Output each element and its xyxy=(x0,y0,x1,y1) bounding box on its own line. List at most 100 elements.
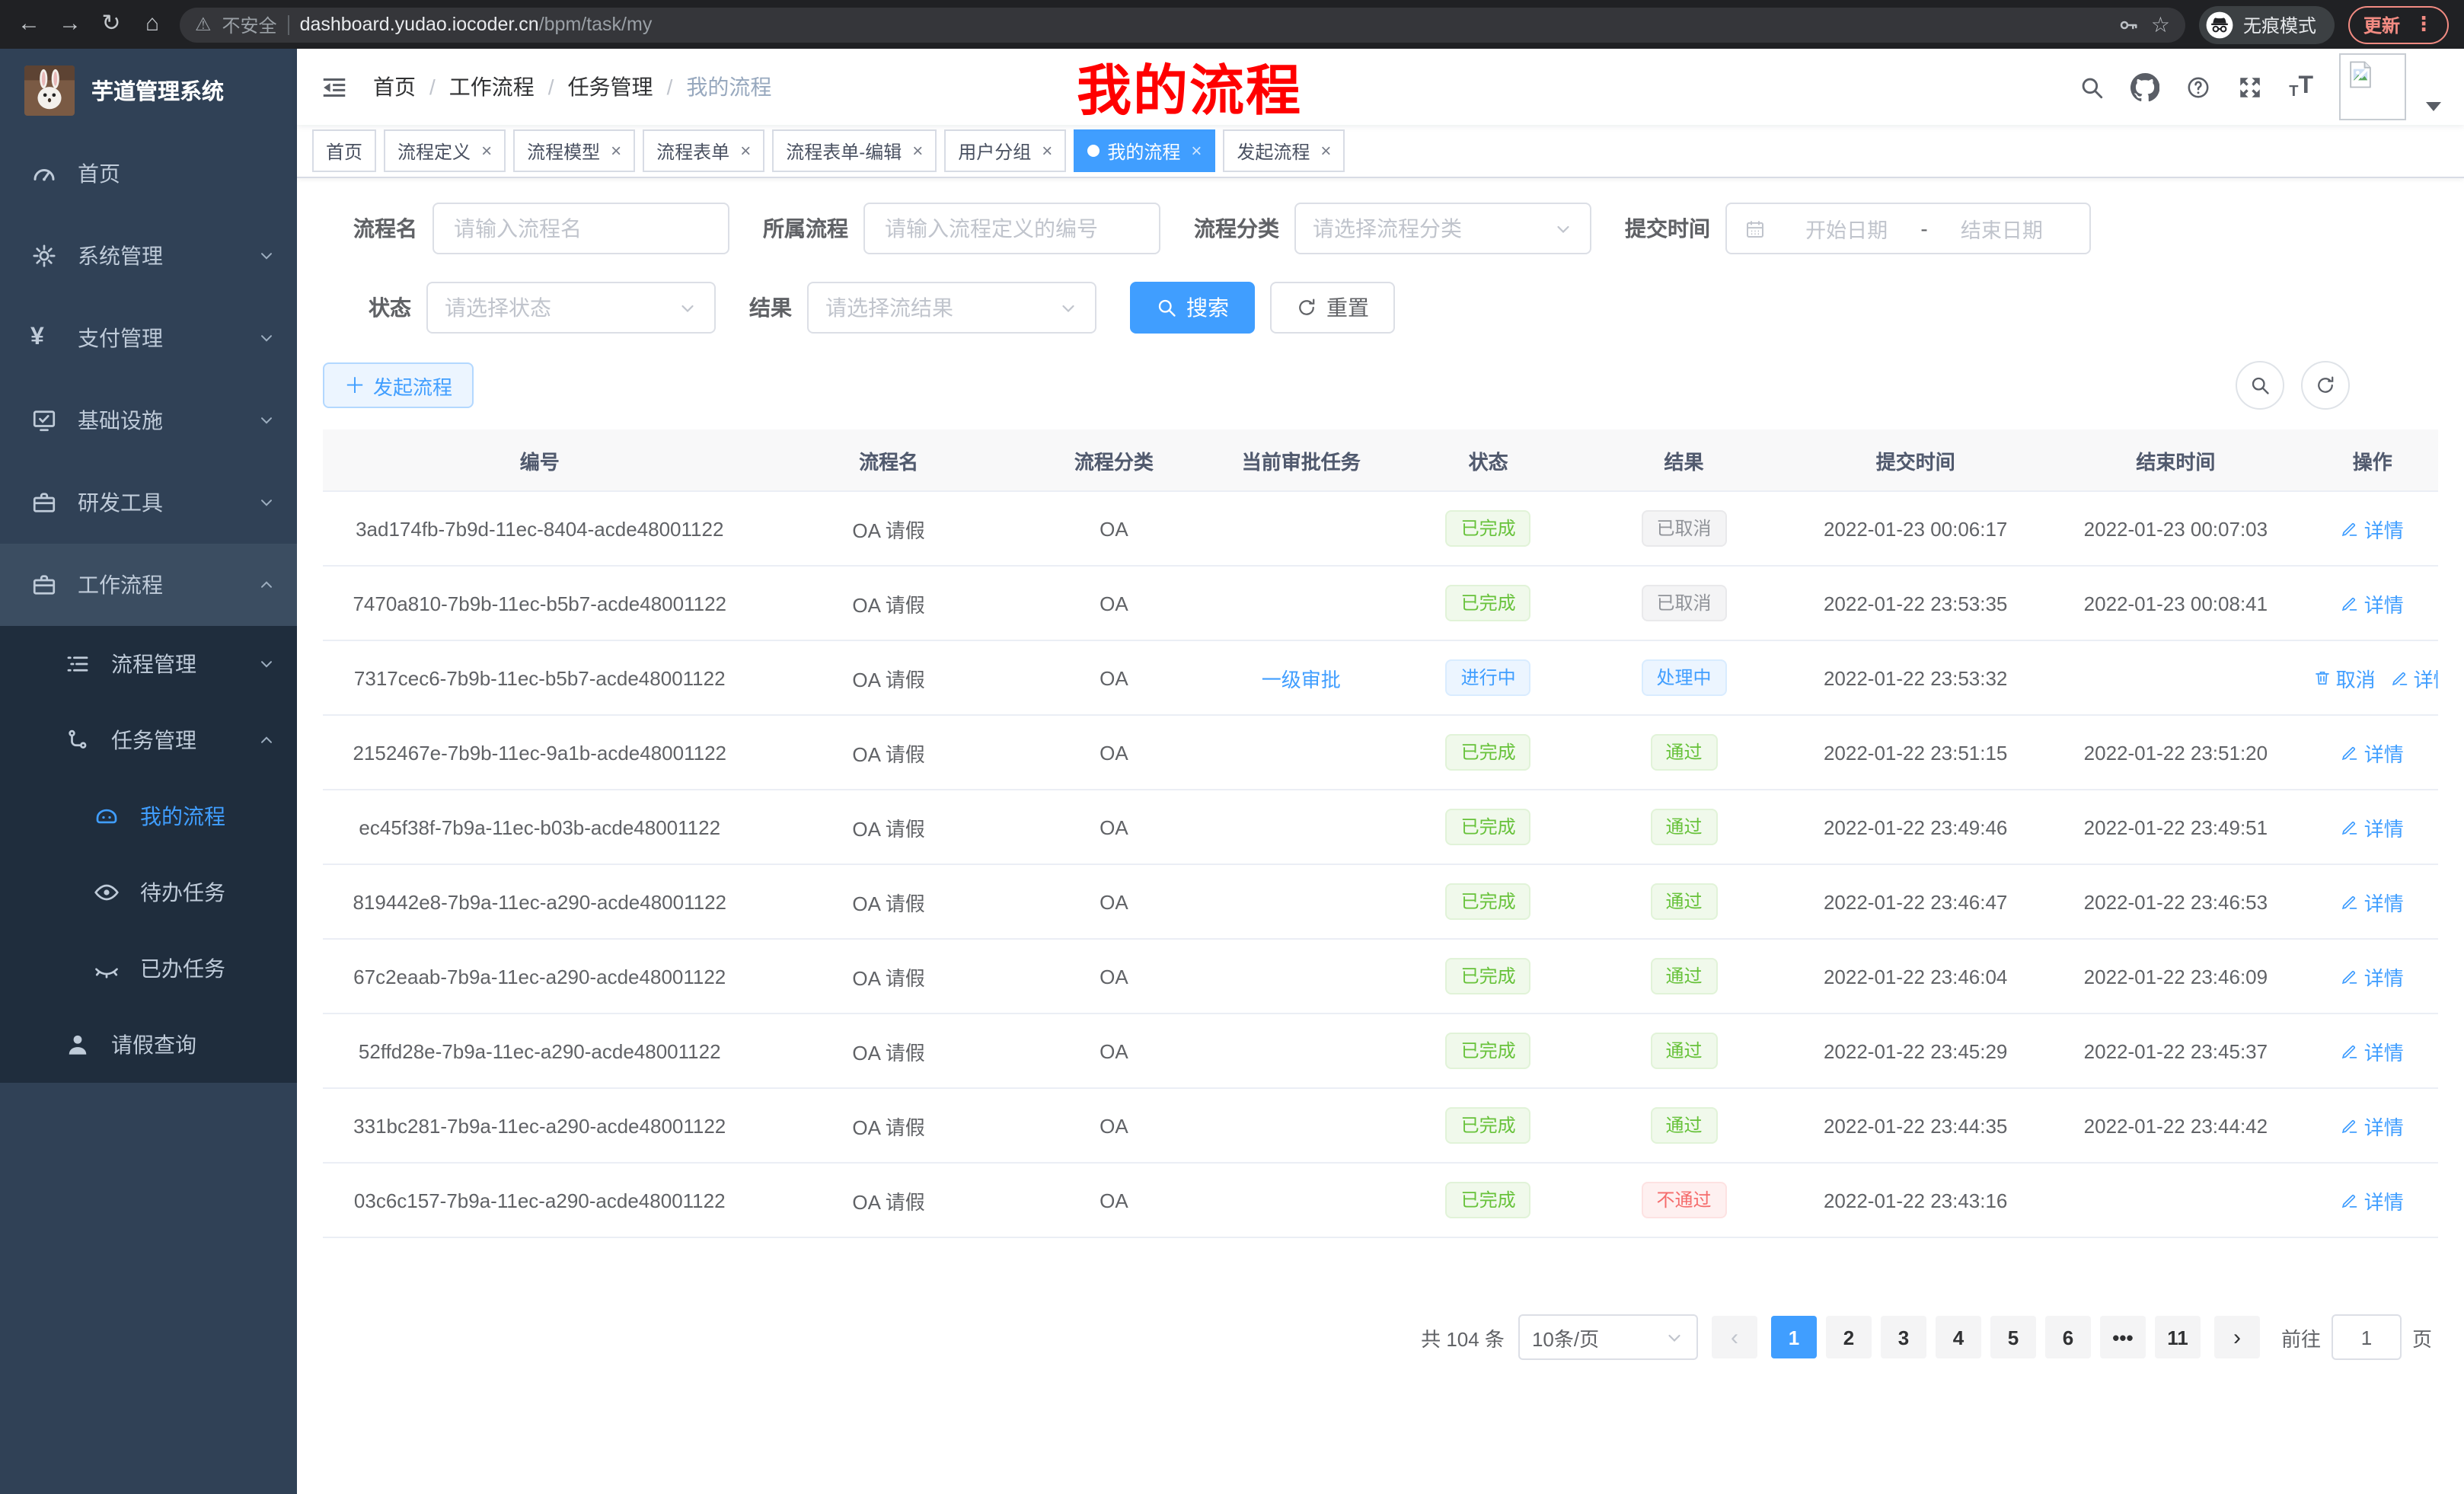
page-button[interactable]: 11 xyxy=(2155,1316,2201,1358)
pagination-ellipsis[interactable]: ••• xyxy=(2100,1316,2146,1358)
sidebar-item-研发工具[interactable]: 研发工具 xyxy=(0,461,297,544)
task-link[interactable]: 一级审批 xyxy=(1262,663,1341,692)
prev-page-button[interactable]: ‹ xyxy=(1712,1316,1757,1358)
page-button[interactable]: 6 xyxy=(2045,1316,2091,1358)
sidebar-item-请假查询[interactable]: 请假查询 xyxy=(0,1007,297,1083)
detail-link[interactable]: 详情 xyxy=(2341,812,2404,841)
jump-page-input[interactable] xyxy=(2332,1314,2402,1360)
chevron-down-icon xyxy=(678,298,697,318)
cell-submit-time: 2022-01-22 23:46:04 xyxy=(1786,965,2044,988)
tab-首页[interactable]: 首页 xyxy=(312,129,376,172)
detail-link[interactable]: 详情 xyxy=(2341,887,2404,916)
tab-流程表单[interactable]: 流程表单× xyxy=(643,129,764,172)
next-page-button[interactable]: › xyxy=(2214,1316,2260,1358)
home-icon[interactable]: ⌂ xyxy=(139,0,166,49)
breadcrumb-item[interactable]: 首页 xyxy=(373,72,416,102)
detail-link[interactable]: 详情 xyxy=(2341,962,2404,991)
caret-down-icon[interactable] xyxy=(2426,102,2441,111)
reload-icon[interactable]: ↻ xyxy=(97,0,125,49)
sidebar-item-基础设施[interactable]: 基础设施 xyxy=(0,379,297,461)
reset-button[interactable]: 重置 xyxy=(1270,282,1395,334)
close-icon[interactable]: × xyxy=(1042,140,1052,161)
category-select[interactable]: 请选择流程分类 xyxy=(1294,203,1591,254)
detail-link[interactable]: 详情 xyxy=(2341,1111,2404,1140)
avatar[interactable] xyxy=(2339,53,2406,120)
sidebar-item-工作流程[interactable]: 工作流程 xyxy=(0,544,297,626)
detail-link[interactable]: 详情 xyxy=(2341,589,2404,618)
result-select[interactable]: 请选择流结果 xyxy=(807,282,1096,334)
page-button[interactable]: 3 xyxy=(1881,1316,1926,1358)
tab-流程模型[interactable]: 流程模型× xyxy=(513,129,635,172)
sidebar-item-系统管理[interactable]: 系统管理 xyxy=(0,215,297,297)
close-icon[interactable]: × xyxy=(1191,140,1202,161)
detail-link[interactable]: 详情 xyxy=(2341,1186,2404,1215)
page-button[interactable]: 1 xyxy=(1771,1316,1817,1358)
search-button[interactable]: 搜索 xyxy=(1130,282,1255,334)
page-button[interactable]: 4 xyxy=(1936,1316,1981,1358)
tab-流程表单-编辑[interactable]: 流程表单-编辑× xyxy=(772,129,937,172)
sidebar-item-已办任务[interactable]: 已办任务 xyxy=(0,931,297,1007)
back-icon[interactable]: ← xyxy=(15,0,43,49)
address-bar[interactable]: ⚠ 不安全 dashboard.yudao.iocoder.cn/bpm/tas… xyxy=(180,7,2185,42)
cell-name: OA 请假 xyxy=(756,1036,1020,1065)
close-icon[interactable]: × xyxy=(481,140,492,161)
refresh-list-button[interactable] xyxy=(2301,361,2350,410)
detail-link[interactable]: 详情 xyxy=(2341,514,2404,543)
tab-用户分组[interactable]: 用户分组 × xyxy=(944,129,1066,172)
cell-category: OA xyxy=(1021,1114,1207,1137)
sidebar-item-我的流程[interactable]: 我的流程 xyxy=(0,778,297,854)
sidebar-item-首页[interactable]: 首页 xyxy=(0,132,297,215)
forward-icon[interactable]: → xyxy=(56,0,84,49)
search-icon[interactable] xyxy=(2079,74,2105,100)
table-row: 3ad174fb-7b9d-11ec-8404-acde48001122OA 请… xyxy=(323,492,2438,567)
detail-link[interactable]: 详情 xyxy=(2341,1036,2404,1065)
detail-link[interactable]: 详情 xyxy=(2391,663,2438,692)
status-select[interactable]: 请选择状态 xyxy=(426,282,716,334)
font-size-icon[interactable]: TT xyxy=(2289,73,2313,101)
breadcrumb-item[interactable]: 工作流程 xyxy=(449,72,535,102)
action-label: 详情 xyxy=(2364,962,2404,991)
row-actions: 详情 xyxy=(2341,1186,2404,1215)
sidebar-item-支付管理[interactable]: ¥支付管理 xyxy=(0,297,297,379)
close-icon[interactable]: × xyxy=(1320,140,1331,161)
sidebar-toggle-icon[interactable] xyxy=(320,72,349,101)
close-icon[interactable]: × xyxy=(740,140,751,161)
help-icon[interactable] xyxy=(2185,74,2211,100)
monitor-icon xyxy=(30,407,58,434)
detail-link[interactable]: 详情 xyxy=(2341,738,2404,767)
browser-menu-icon[interactable]: ⋮ xyxy=(2414,12,2434,37)
process-definition-input[interactable] xyxy=(882,215,1142,242)
submit-time-range[interactable]: 开始日期 - 结束日期 xyxy=(1725,203,2091,254)
cell-actions: 详情 xyxy=(2307,962,2438,991)
cell-actions: 详情 xyxy=(2307,738,2438,767)
bookmark-star-icon[interactable]: ☆ xyxy=(2151,14,2170,35)
page-button[interactable]: 5 xyxy=(1990,1316,2036,1358)
app-logo[interactable]: 芋道管理系统 xyxy=(0,49,297,132)
sidebar-item-label: 请假查询 xyxy=(111,1030,196,1060)
update-button[interactable]: 更新 ⋮ xyxy=(2348,5,2449,43)
page-size-select[interactable]: 10条/页 xyxy=(1518,1314,1698,1360)
sidebar-item-待办任务[interactable]: 待办任务 xyxy=(0,854,297,931)
close-icon[interactable]: × xyxy=(912,140,923,161)
page-button[interactable]: 2 xyxy=(1826,1316,1872,1358)
close-icon[interactable]: × xyxy=(611,140,621,161)
filter-result-label: 结果 xyxy=(749,292,792,323)
app-window: 芋道管理系统 首页系统管理¥支付管理基础设施研发工具工作流程流程管理任务管理我的… xyxy=(0,49,2464,1494)
key-icon[interactable] xyxy=(2118,13,2140,36)
cell-result: 通过 xyxy=(1581,734,1786,771)
cell-submit-time: 2022-01-22 23:53:32 xyxy=(1786,666,2044,689)
process-name-input[interactable] xyxy=(451,215,711,242)
tab-label: 用户分组 xyxy=(958,138,1031,164)
github-icon[interactable] xyxy=(2130,72,2159,101)
sidebar-item-流程管理[interactable]: 流程管理 xyxy=(0,626,297,702)
pen-icon xyxy=(2341,892,2360,911)
breadcrumb-item[interactable]: 任务管理 xyxy=(568,72,653,102)
create-process-button[interactable]: ＋ 发起流程 xyxy=(323,362,474,408)
tab-流程定义[interactable]: 流程定义× xyxy=(384,129,506,172)
sidebar-item-任务管理[interactable]: 任务管理 xyxy=(0,702,297,778)
tab-我的流程[interactable]: 我的流程× xyxy=(1074,129,1215,172)
show-search-button[interactable] xyxy=(2236,361,2284,410)
cancel-link[interactable]: 取消 xyxy=(2313,663,2376,692)
tab-发起流程[interactable]: 发起流程× xyxy=(1223,129,1345,172)
fullscreen-icon[interactable] xyxy=(2237,74,2263,100)
